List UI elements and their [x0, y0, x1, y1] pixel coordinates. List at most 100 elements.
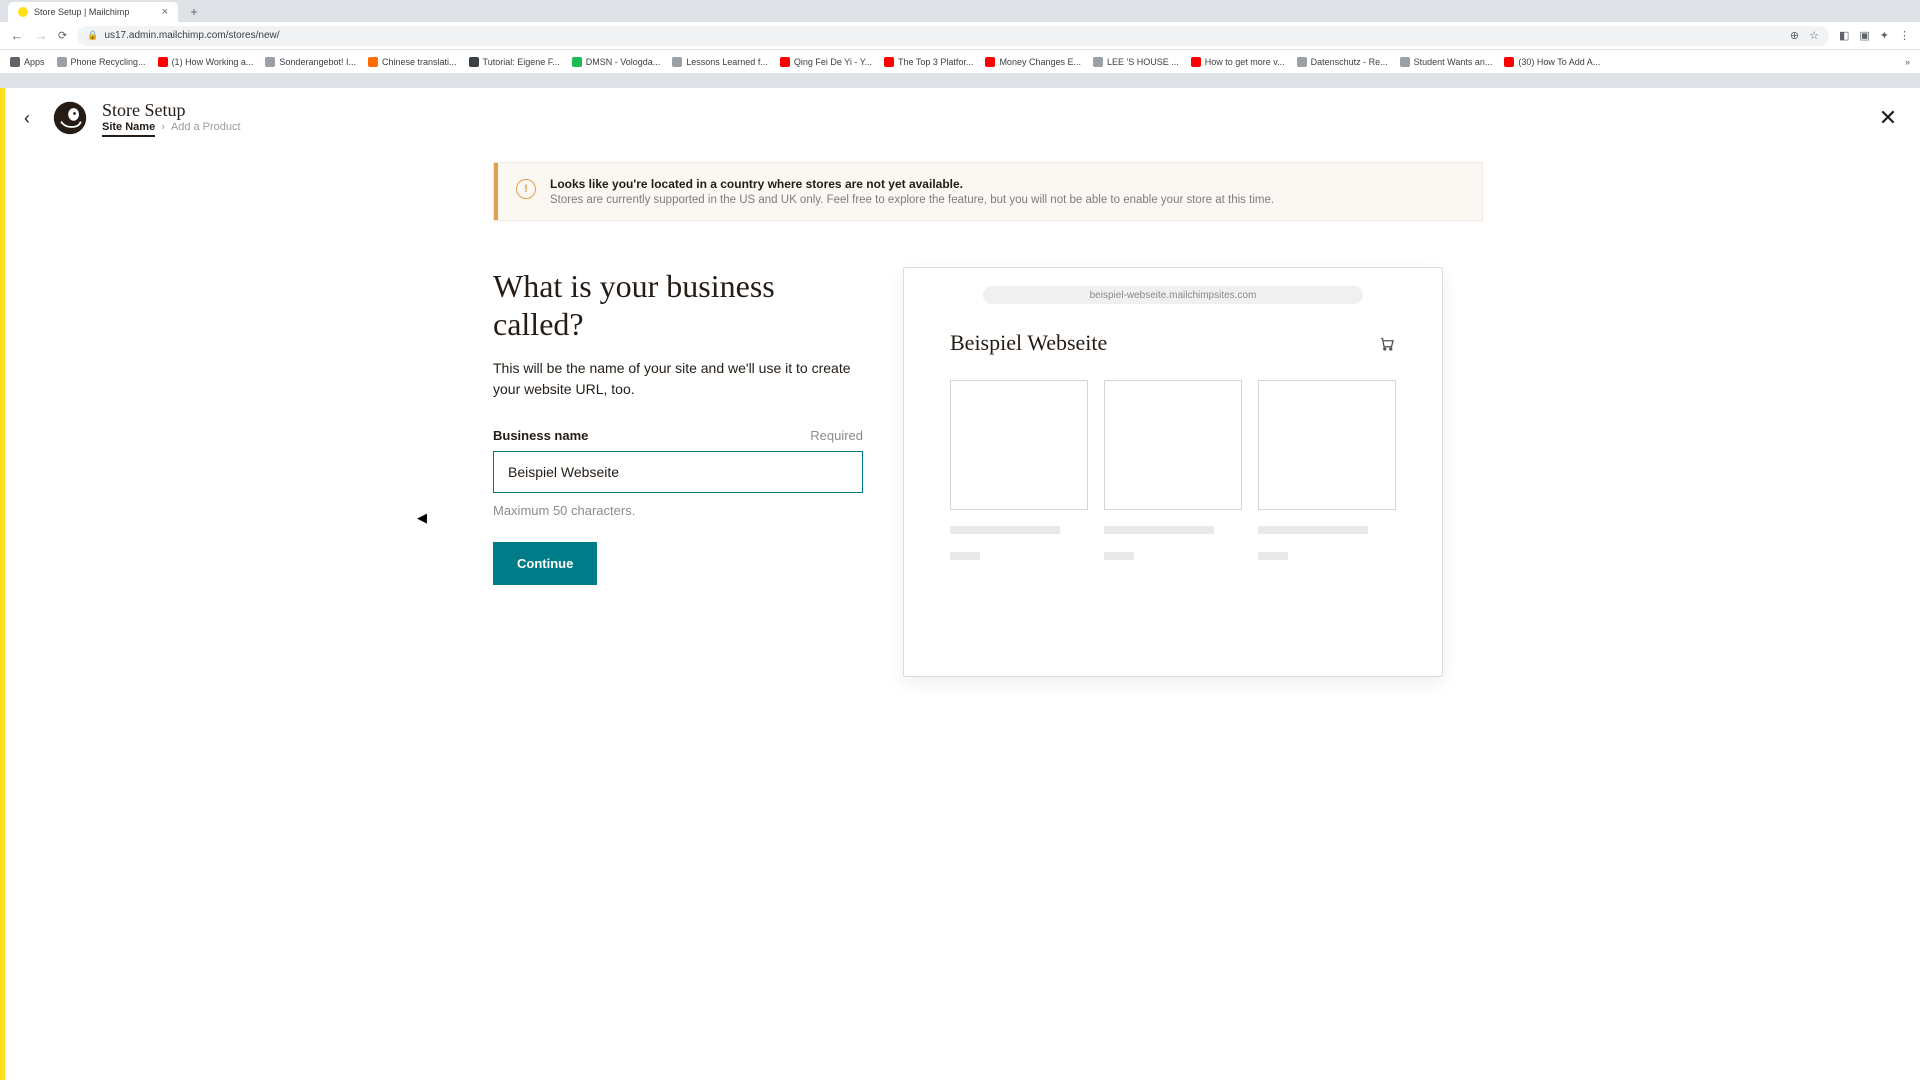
bookmark-label: Qing Fei De Yi - Y...: [794, 57, 872, 67]
bookmark-favicon: [57, 57, 67, 67]
cart-icon: [1378, 334, 1396, 352]
preview-product-card: [950, 380, 1088, 560]
address-bar[interactable]: 🔒 us17.admin.mailchimp.com/stores/new/ ⊕…: [77, 26, 1829, 46]
business-name-input[interactable]: [493, 451, 863, 493]
preview-skeleton-line: [950, 552, 980, 560]
bookmark-label: Datenschutz - Re...: [1311, 57, 1388, 67]
bookmark-item[interactable]: (1) How Working a...: [158, 57, 254, 67]
close-icon: ✕: [1879, 105, 1897, 131]
bookmark-favicon: [1400, 57, 1410, 67]
bookmark-label: (1) How Working a...: [172, 57, 254, 67]
apps-icon: [10, 57, 20, 67]
warning-banner: ! Looks like you're located in a country…: [493, 162, 1483, 221]
page-title: Store Setup: [102, 100, 241, 121]
preview-skeleton-line: [950, 526, 1060, 534]
translate-icon[interactable]: ⊕: [1790, 29, 1799, 42]
extension-icon[interactable]: ◧: [1839, 29, 1849, 42]
form-heading: What is your business called?: [493, 267, 863, 344]
back-caret-icon[interactable]: ‹: [24, 108, 38, 129]
bookmark-favicon: [1093, 57, 1103, 67]
preview-url: beispiel-webseite.mailchimpsites.com: [1090, 290, 1257, 301]
bookmark-item[interactable]: Datenschutz - Re...: [1297, 57, 1388, 67]
bookmark-item[interactable]: Chinese translati...: [368, 57, 457, 67]
warning-icon: !: [516, 179, 536, 199]
bookmark-label: Money Changes E...: [999, 57, 1081, 67]
tab-favicon: [18, 7, 28, 17]
bookmark-label: Student Wants an...: [1414, 57, 1493, 67]
bookmark-item[interactable]: Phone Recycling...: [57, 57, 146, 67]
bookmark-label: Sonderangebot! I...: [279, 57, 356, 67]
apps-shortcut[interactable]: Apps: [10, 57, 45, 67]
bookmark-label: Chinese translati...: [382, 57, 457, 67]
bookmark-favicon: [469, 57, 479, 67]
preview-site-title: Beispiel Webseite: [950, 330, 1107, 356]
bookmark-item[interactable]: Money Changes E...: [985, 57, 1081, 67]
preview-skeleton-line: [1258, 552, 1288, 560]
breadcrumb-current[interactable]: Site Name: [102, 121, 155, 137]
bookmark-label: Tutorial: Eigene F...: [483, 57, 560, 67]
bookmark-item[interactable]: Student Wants an...: [1400, 57, 1493, 67]
preview-skeleton-line: [1104, 552, 1134, 560]
preview-product-image: [1104, 380, 1242, 510]
lock-icon: 🔒: [87, 30, 98, 41]
browser-tab[interactable]: Store Setup | Mailchimp ×: [8, 2, 178, 22]
mailchimp-logo: [52, 100, 88, 136]
banner-body: Stores are currently supported in the US…: [550, 194, 1274, 206]
form-description: This will be the name of your site and w…: [493, 358, 863, 400]
bookmark-item[interactable]: Tutorial: Eigene F...: [469, 57, 560, 67]
tab-strip: Store Setup | Mailchimp × +: [0, 0, 1920, 22]
bookmark-favicon: [780, 57, 790, 67]
bookmark-favicon: [672, 57, 682, 67]
mouse-cursor-icon: ◀: [417, 510, 427, 526]
browser-toolbar: ← → ⟳ 🔒 us17.admin.mailchimp.com/stores/…: [0, 22, 1920, 50]
back-button[interactable]: ←: [10, 28, 24, 43]
bookmark-item[interactable]: (30) How To Add A...: [1504, 57, 1600, 67]
breadcrumb-separator-icon: ›: [161, 121, 165, 137]
preview-product-image: [1258, 380, 1396, 510]
brand-accent-bar: [0, 88, 5, 1080]
extension-icon[interactable]: ▣: [1859, 29, 1869, 42]
bookmark-item[interactable]: The Top 3 Platfor...: [884, 57, 973, 67]
bookmark-item[interactable]: LEE 'S HOUSE ...: [1093, 57, 1179, 67]
banner-title: Looks like you're located in a country w…: [550, 177, 1274, 191]
browser-chrome: Store Setup | Mailchimp × + ← → ⟳ 🔒 us17…: [0, 0, 1920, 88]
continue-button[interactable]: Continue: [493, 542, 597, 585]
bookmark-label: The Top 3 Platfor...: [898, 57, 973, 67]
bookmark-label: How to get more v...: [1205, 57, 1285, 67]
bookmark-item[interactable]: How to get more v...: [1191, 57, 1285, 67]
bookmark-favicon: [158, 57, 168, 67]
app-header: ‹ Store Setup Site Name › Add a Product …: [0, 88, 1920, 148]
bookmark-favicon: [265, 57, 275, 67]
bookmark-favicon: [985, 57, 995, 67]
apps-label: Apps: [24, 57, 45, 67]
new-tab-button[interactable]: +: [186, 4, 202, 20]
bookmark-item[interactable]: DMSN - Vologda...: [572, 57, 661, 67]
star-icon[interactable]: ☆: [1809, 29, 1819, 42]
tab-close-icon[interactable]: ×: [162, 6, 168, 18]
puzzle-icon[interactable]: ✦: [1880, 29, 1889, 42]
bookmark-item[interactable]: Qing Fei De Yi - Y...: [780, 57, 872, 67]
bookmark-label: Phone Recycling...: [71, 57, 146, 67]
bookmark-favicon: [572, 57, 582, 67]
reload-button[interactable]: ⟳: [58, 29, 67, 42]
menu-icon[interactable]: ⋮: [1899, 29, 1910, 42]
bookmark-favicon: [1191, 57, 1201, 67]
bookmark-label: Lessons Learned f...: [686, 57, 768, 67]
bookmark-item[interactable]: Sonderangebot! I...: [265, 57, 356, 67]
preview-skeleton-line: [1104, 526, 1214, 534]
close-button[interactable]: ✕: [1874, 104, 1902, 132]
url-text: us17.admin.mailchimp.com/stores/new/: [104, 30, 279, 41]
forward-button[interactable]: →: [34, 28, 48, 43]
required-indicator: Required: [810, 428, 863, 443]
bookmark-label: DMSN - Vologda...: [586, 57, 661, 67]
site-preview-card: beispiel-webseite.mailchimpsites.com Bei…: [903, 267, 1443, 677]
preview-product-card: [1258, 380, 1396, 560]
form-column: What is your business called? This will …: [493, 267, 863, 677]
bookmarks-bar: Apps Phone Recycling... (1) How Working …: [0, 50, 1920, 74]
bookmark-favicon: [368, 57, 378, 67]
bookmarks-overflow[interactable]: »: [1905, 57, 1910, 67]
preview-skeleton-line: [1258, 526, 1368, 534]
bookmark-label: LEE 'S HOUSE ...: [1107, 57, 1179, 67]
bookmark-item[interactable]: Lessons Learned f...: [672, 57, 768, 67]
input-label: Business name: [493, 428, 588, 443]
